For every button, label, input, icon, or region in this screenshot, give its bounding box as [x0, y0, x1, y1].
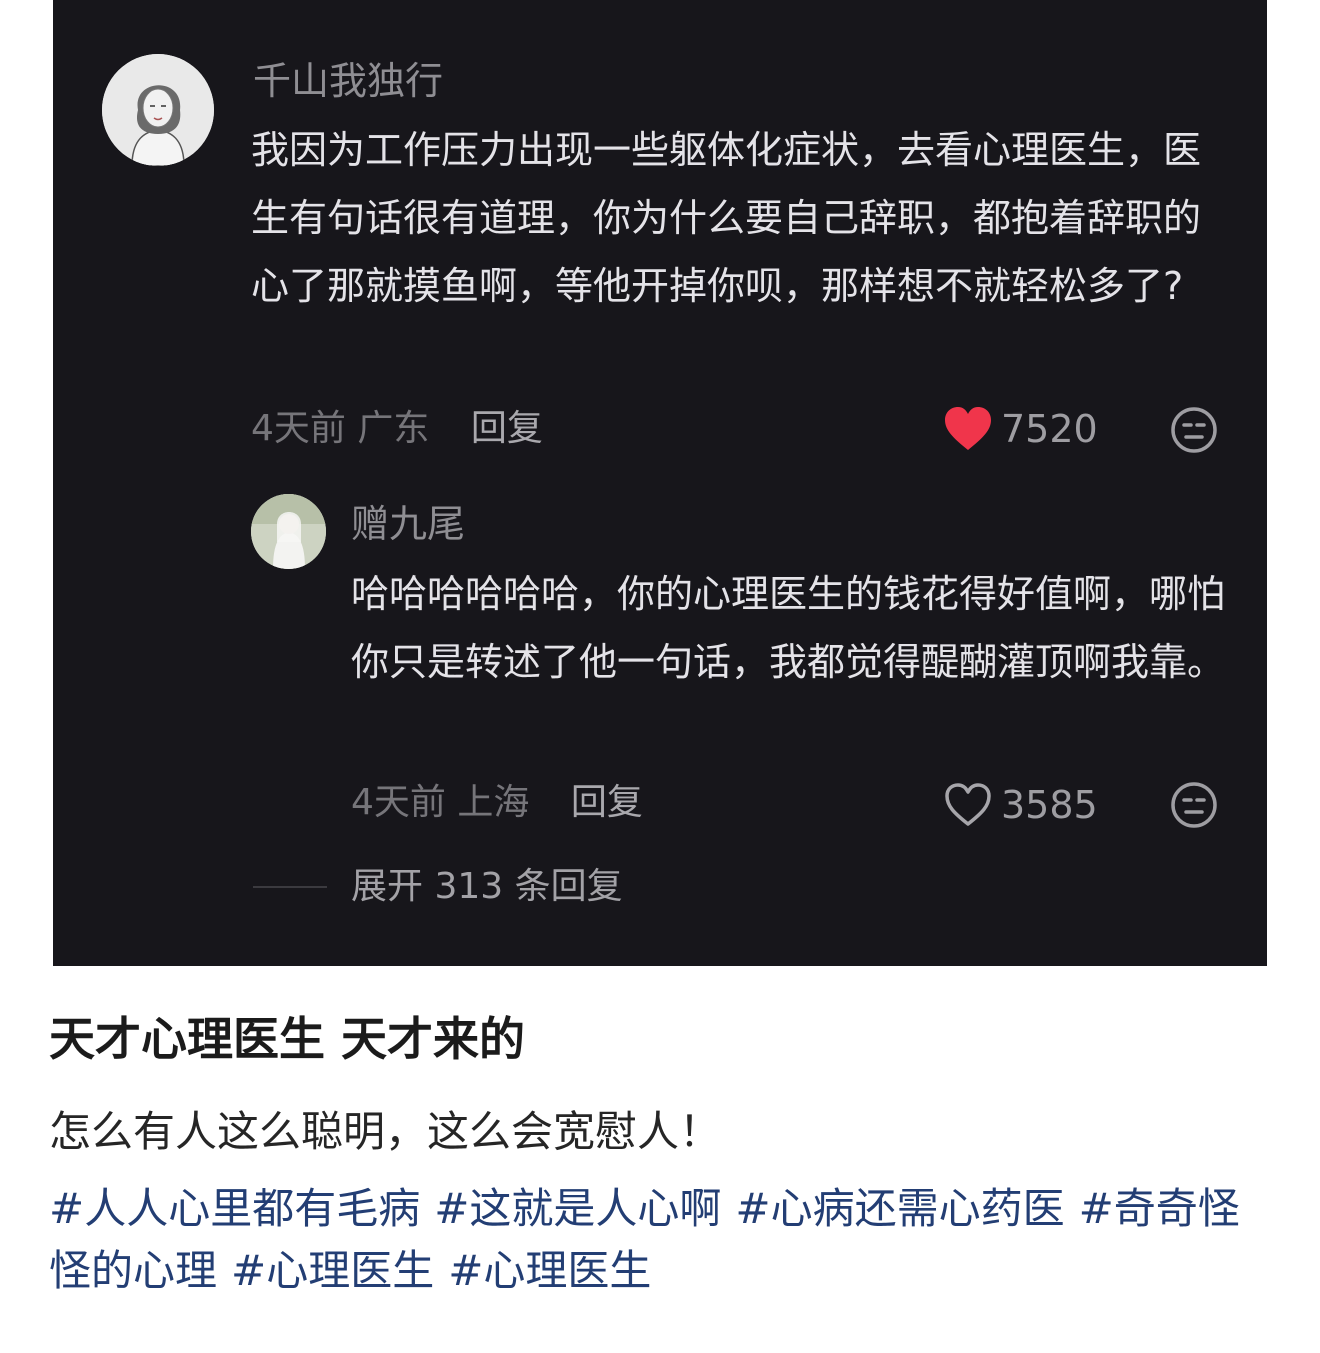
- post-body: 怎么有人这么聪明，这么会宽慰人！: [49, 1107, 722, 1156]
- divider: [253, 886, 327, 888]
- comment-time: 4天前: [251, 408, 346, 449]
- comment-reply-button[interactable]: 回复: [471, 408, 543, 449]
- user-avatar[interactable]: [102, 54, 214, 166]
- hashtag[interactable]: #心病还需心药医: [735, 1184, 1064, 1233]
- hashtag[interactable]: #心理医生: [448, 1246, 651, 1295]
- hashtag[interactable]: #这就是人心啊: [434, 1184, 721, 1233]
- reply-meta: 4天前 上海 回复: [351, 780, 643, 826]
- post-title: 天才心理医生 天才来的: [49, 1012, 526, 1066]
- emoji-reaction-icon[interactable]: [1169, 780, 1219, 830]
- heart-filled-icon: [945, 407, 991, 450]
- comment-like-count: 7520: [1001, 407, 1098, 451]
- reply-location: 上海: [457, 782, 530, 823]
- heart-outline-icon: [945, 783, 991, 826]
- comment-screenshot: 千山我独行 我因为工作压力出现一些躯体化症状，去看心理医生，医生有句话很有道理，…: [53, 0, 1267, 966]
- reply-time: 4天前: [351, 782, 446, 823]
- hashtag-list: #人人心里都有毛病 #这就是人心啊 #心病还需心药医 #奇奇怪怪的心理 #心理医生 #心理…: [49, 1178, 1279, 1302]
- comment-like-button[interactable]: 7520: [943, 406, 1098, 452]
- comment-text: 我因为工作压力出现一些躯体化症状，去看心理医生，医生有句话很有道理，你为什么要自…: [251, 128, 1202, 308]
- comment-location: 广东: [357, 408, 430, 449]
- reply-username[interactable]: 赠九尾: [351, 501, 465, 547]
- reply-text: 哈哈哈哈哈哈，你的心理医生的钱花得好值啊，哪怕你只是转述了他一句话，我都觉得醍醐…: [351, 572, 1226, 684]
- comment-meta: 4天前 广东 回复: [251, 406, 543, 452]
- reply-user-avatar[interactable]: [251, 494, 326, 569]
- reply-like-count: 3585: [1001, 783, 1098, 827]
- hashtag[interactable]: #心理医生: [231, 1246, 434, 1295]
- comment-username[interactable]: 千山我独行: [253, 58, 443, 104]
- emoji-reaction-icon[interactable]: [1169, 405, 1219, 455]
- reply-reply-button[interactable]: 回复: [571, 782, 643, 823]
- reply-like-button[interactable]: 3585: [943, 782, 1098, 828]
- expand-replies-button[interactable]: 展开 313 条回复: [351, 864, 623, 910]
- hashtag[interactable]: #人人心里都有毛病: [49, 1184, 420, 1233]
